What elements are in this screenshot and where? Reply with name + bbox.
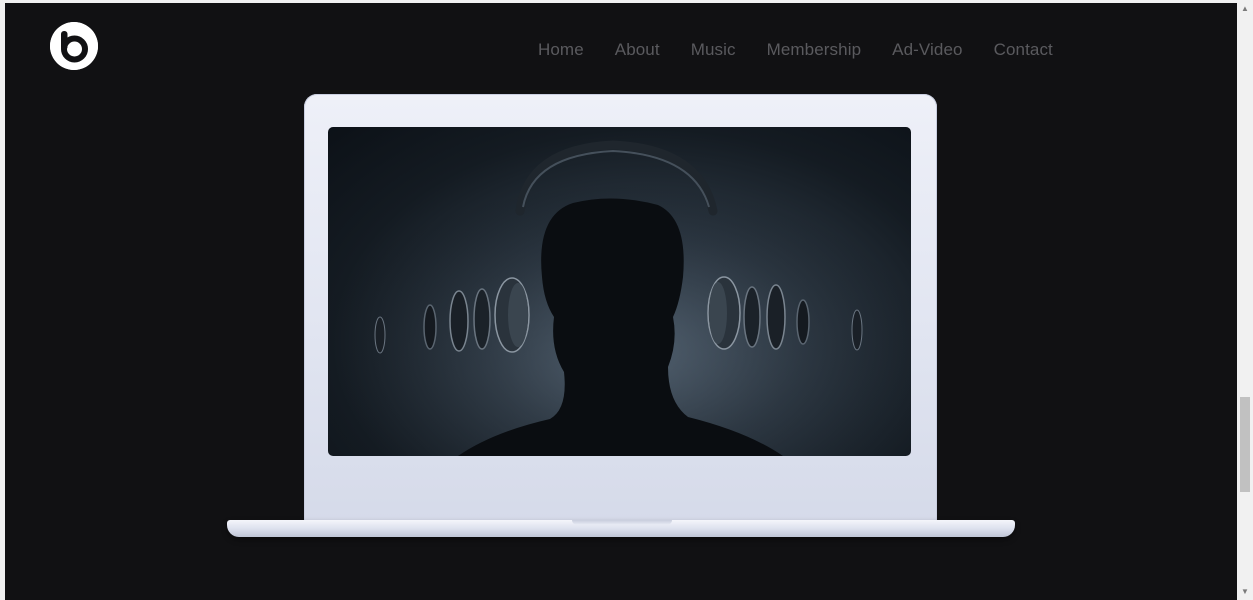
page: Home About Music Membership Ad-Video Con…: [5, 3, 1237, 600]
nav-home[interactable]: Home: [538, 40, 584, 60]
laptop-base: [227, 520, 1015, 537]
scroll-thumb[interactable]: [1240, 397, 1250, 492]
vertical-scrollbar[interactable]: ▲ ▼: [1237, 0, 1253, 600]
scroll-up-arrow-icon[interactable]: ▲: [1237, 0, 1253, 17]
man-with-exploded-headphones-image: [328, 127, 911, 456]
main-nav: Home About Music Membership Ad-Video Con…: [538, 40, 1084, 60]
laptop-hinge-notch: [572, 520, 672, 525]
nav-contact[interactable]: Contact: [994, 40, 1053, 60]
laptop-lid: [304, 94, 937, 526]
nav-about[interactable]: About: [615, 40, 660, 60]
beats-logo-icon[interactable]: [50, 22, 98, 70]
nav-ad-video[interactable]: Ad-Video: [892, 40, 962, 60]
nav-music[interactable]: Music: [691, 40, 736, 60]
scroll-down-arrow-icon[interactable]: ▼: [1237, 583, 1253, 600]
nav-membership[interactable]: Membership: [767, 40, 862, 60]
